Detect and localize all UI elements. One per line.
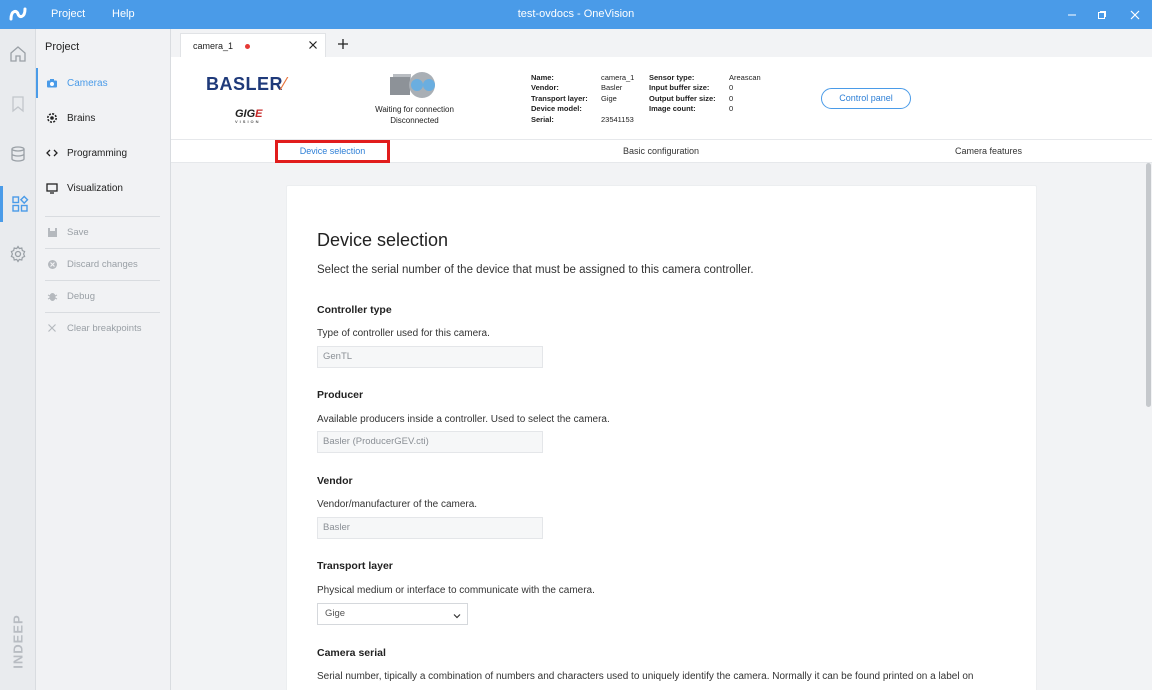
home-icon[interactable] xyxy=(0,36,36,72)
status-line1: Waiting for connection xyxy=(375,105,454,114)
camera-icon xyxy=(45,76,59,90)
content-scrollbar[interactable] xyxy=(1145,163,1152,690)
transport-layer-select[interactable]: Gige xyxy=(317,603,468,625)
info-value: 0 xyxy=(729,83,734,93)
close-tab-icon[interactable] xyxy=(307,39,319,51)
step-device-selection[interactable]: Device selection xyxy=(275,140,390,163)
main-area: camera_1 BASLER⁄ GIGE VISION Waiting for … xyxy=(171,29,1152,690)
apps-icon[interactable] xyxy=(0,186,36,222)
nav-item-label: Cameras xyxy=(67,77,108,89)
action-label: Clear breakpoints xyxy=(67,322,142,334)
gear-cog-icon xyxy=(45,111,59,125)
info-key: Input buffer size: xyxy=(649,83,710,93)
section-title: Device selection xyxy=(317,230,449,250)
monitor-icon xyxy=(45,181,59,195)
x-icon xyxy=(45,321,59,335)
producer-description: Available producers inside a controller.… xyxy=(317,414,610,425)
info-key: Vendor: xyxy=(531,83,559,93)
transport-layer-label: Transport layer xyxy=(317,560,393,572)
controller-type-label: Controller type xyxy=(317,304,392,316)
step-camera-features[interactable]: Camera features xyxy=(921,140,1056,163)
unsaved-indicator xyxy=(245,44,250,49)
camera-header: BASLER⁄ GIGE VISION Waiting for connectio… xyxy=(171,57,1152,139)
config-steps: Device selection Basic configuration Cam… xyxy=(171,139,1152,163)
device-selection-card: Device selection Select the serial numbe… xyxy=(286,185,1037,690)
info-key: Output buffer size: xyxy=(649,93,716,103)
database-icon[interactable] xyxy=(0,136,36,172)
select-value: Gige xyxy=(325,608,346,619)
add-tab-icon[interactable] xyxy=(336,37,350,51)
action-label: Save xyxy=(67,226,89,238)
bookmark-icon[interactable] xyxy=(0,86,36,122)
save-icon xyxy=(45,225,59,239)
info-key: Sensor type: xyxy=(649,73,695,82)
camera-serial-description: Serial number, tipically a combination o… xyxy=(317,671,974,682)
basler-logo: BASLER⁄ xyxy=(206,74,287,94)
vendor-description: Vendor/manufacturer of the camera. xyxy=(317,499,478,510)
info-value: Areascan xyxy=(729,73,761,82)
discard-changes-button[interactable]: Discard changes xyxy=(36,249,160,279)
restore-button[interactable] xyxy=(1084,0,1120,29)
camera-info-left: Name: camera_1 Vendor: Basler Transport la… xyxy=(531,73,634,125)
clear-breakpoints-button[interactable]: Clear breakpoints xyxy=(36,313,160,343)
nav-item-programming[interactable]: Programming xyxy=(36,138,160,168)
info-key: Serial: xyxy=(531,114,554,124)
section-description: Select the serial number of the device t… xyxy=(317,264,754,276)
scrollbar-thumb[interactable] xyxy=(1146,163,1151,407)
info-value: 0 xyxy=(729,104,734,114)
menu-help[interactable]: Help xyxy=(112,0,135,29)
tab-label: camera_1 xyxy=(193,41,234,51)
info-key: Transport layer: xyxy=(531,93,588,103)
close-window-button[interactable] xyxy=(1117,0,1152,29)
info-value: camera_1 xyxy=(601,73,635,82)
info-key: Device model: xyxy=(531,104,582,114)
step-basic-configuration[interactable]: Basic configuration xyxy=(591,140,731,163)
activity-rail: INDEEP xyxy=(0,29,36,690)
settings-icon[interactable] xyxy=(0,236,36,272)
nav-item-cameras[interactable]: Cameras xyxy=(36,68,160,98)
producer-field[interactable]: Basler (ProducerGEV.cti) xyxy=(317,431,543,453)
info-key: Name: xyxy=(531,73,554,82)
tab-camera-1[interactable]: camera_1 xyxy=(180,33,326,57)
status-line2: Disconnected xyxy=(390,116,439,125)
code-icon xyxy=(45,146,59,160)
menu-project[interactable]: Project xyxy=(51,0,85,29)
info-value: 23541153 xyxy=(601,114,634,124)
info-value: Basler xyxy=(601,83,623,93)
info-value: 0 xyxy=(729,93,734,103)
vendor-field[interactable]: Basler xyxy=(317,517,543,539)
editor-tab-bar: camera_1 xyxy=(171,29,1152,57)
controller-type-field[interactable]: GenTL xyxy=(317,346,543,368)
panel-title: Project xyxy=(45,41,80,53)
nav-item-label: Brains xyxy=(67,112,96,124)
onevision-logo-icon xyxy=(8,5,28,23)
chevron-down-icon xyxy=(452,609,462,619)
nav-item-label: Visualization xyxy=(67,182,123,194)
title-bar: Project Help test-ovdocs - OneVision xyxy=(0,0,1152,29)
info-key: Image count: xyxy=(649,104,696,114)
control-panel-button[interactable]: Control panel xyxy=(821,88,911,109)
gige-vision-logo: GIGE VISION xyxy=(235,108,263,124)
window-title: test-ovdocs - OneVision xyxy=(517,8,635,20)
nav-item-brains[interactable]: Brains xyxy=(36,103,160,133)
nav-item-visualization[interactable]: Visualization xyxy=(36,173,160,203)
producer-label: Producer xyxy=(317,389,364,401)
save-button[interactable]: Save xyxy=(36,217,160,247)
transport-layer-description: Physical medium or interface to communic… xyxy=(317,585,595,596)
controller-type-description: Type of controller used for this camera. xyxy=(317,328,490,339)
info-value: Gige xyxy=(601,93,617,103)
indeep-brand-logo: INDEEP xyxy=(10,613,26,669)
bug-icon xyxy=(45,289,59,303)
camera-device-icon xyxy=(387,70,441,100)
project-panel: Project Cameras Brains Programming Visua… xyxy=(36,29,171,690)
camera-serial-label: Camera serial xyxy=(317,647,386,659)
nav-item-label: Programming xyxy=(67,147,128,159)
action-label: Debug xyxy=(67,290,95,302)
action-label: Discard changes xyxy=(67,258,138,270)
vendor-label: Vendor xyxy=(317,475,353,487)
debug-button[interactable]: Debug xyxy=(36,281,160,311)
discard-icon xyxy=(45,257,59,271)
camera-info-right: Sensor type: Areascan Input buffer size: 0… xyxy=(649,73,761,115)
connection-status: Waiting for connection Disconnected xyxy=(357,104,472,126)
